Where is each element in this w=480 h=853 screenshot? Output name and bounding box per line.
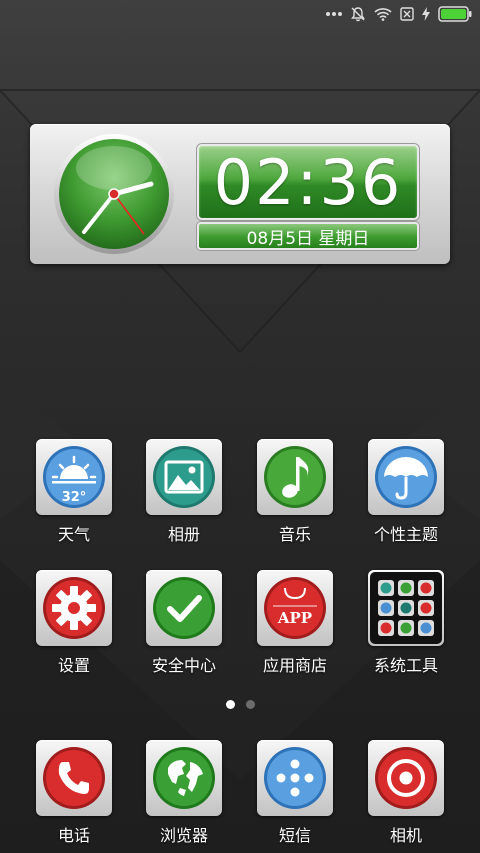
gear-icon [43,577,105,639]
app-label: 设置 [57,656,90,675]
app-label: 浏览器 [159,826,208,845]
camera-icon [375,747,437,809]
app-settings[interactable]: 设置 [24,570,124,676]
weather-icon: 32° [43,446,105,508]
more-dots-icon [326,11,342,17]
settings-tile [36,570,112,646]
app-label: 系统工具 [373,656,438,675]
gallery-icon [153,446,215,508]
music-icon [264,446,326,508]
clock-widget[interactable]: 02:36 08月5日 星期日 [30,124,450,264]
app-store[interactable]: APP 应用商店 [245,570,345,676]
app-label: 个性主题 [373,525,438,544]
date-display: 08月5日 星期日 [197,222,419,250]
page-indicator [0,700,480,709]
app-music[interactable]: 音乐 [245,439,345,545]
mute-bell-icon [350,6,366,22]
messages-tile [257,740,333,816]
dock-phone[interactable]: 电话 [24,740,124,846]
analog-clock [52,132,176,256]
charging-bolt-icon [422,7,430,21]
page-dot-active[interactable] [225,700,235,709]
dock-messages[interactable]: 短信 [245,740,345,846]
dock-camera[interactable]: 相机 [356,740,456,846]
browser-tile [146,740,222,816]
app-label: 相册 [167,525,200,544]
camera-tile [368,740,444,816]
weather-tile: 32° [36,439,112,515]
app-label: 天气 [57,525,90,544]
page-dot[interactable] [245,700,255,709]
app-weather[interactable]: 32° 天气 [24,439,124,545]
app-gallery[interactable]: 相册 [134,439,234,545]
security-tile [146,570,222,646]
message-icon [264,747,326,809]
weather-temp: 32° [62,490,87,505]
store-tile: APP [257,570,333,646]
phone-icon [43,747,105,809]
app-security[interactable]: 安全中心 [134,570,234,676]
music-tile [257,439,333,515]
phone-tile [36,740,112,816]
app-label: 电话 [57,826,90,845]
app-store-icon: APP [264,577,326,639]
no-sim-icon [400,7,414,21]
globe-icon [153,747,215,809]
status-bar [0,0,480,28]
digital-time: 02:36 [197,144,419,220]
app-label: 相机 [389,826,422,845]
app-store-badge: APP [277,609,312,627]
tools-folder-tile [368,570,444,646]
gallery-tile [146,439,222,515]
themes-tile [368,439,444,515]
checkmark-icon [153,577,215,639]
umbrella-icon [375,446,437,508]
app-label: 应用商店 [262,656,327,675]
tools-folder-icon [370,572,442,644]
wifi-icon [374,7,392,21]
dock-browser[interactable]: 浏览器 [134,740,234,846]
app-label: 音乐 [278,525,311,544]
app-themes[interactable]: 个性主题 [356,439,456,545]
app-label: 安全中心 [151,656,216,675]
battery-icon [438,6,472,22]
app-system-tools-folder[interactable]: 系统工具 [356,570,456,676]
app-label: 短信 [278,826,311,845]
